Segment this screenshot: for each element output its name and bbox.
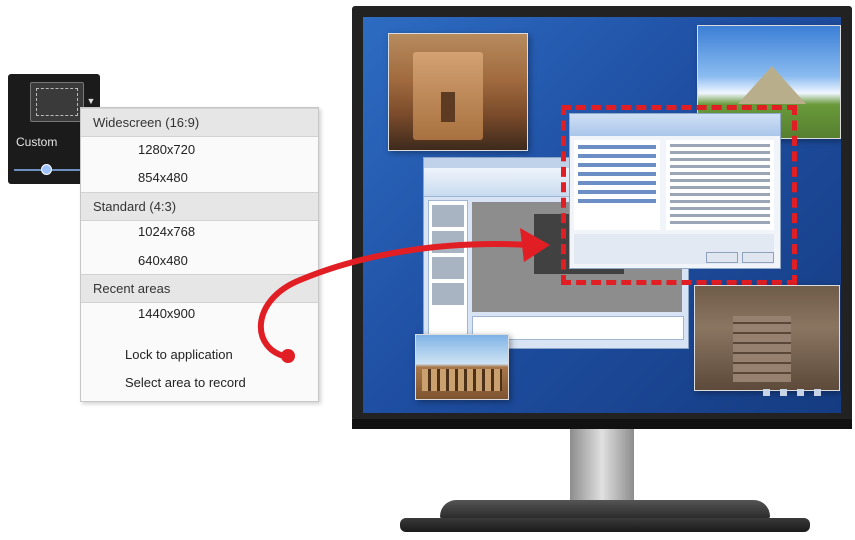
dropdown-arrow-icon[interactable]: ▼ (84, 94, 98, 108)
monitor-stand-neck (570, 429, 634, 505)
lock-to-application-item[interactable]: Lock to application (81, 341, 318, 368)
custom-label: Custom (16, 135, 58, 149)
menu-item-1440x900[interactable]: 1440x900 (81, 300, 318, 327)
menu-item-640x480[interactable]: 640x480 (81, 247, 318, 274)
desktop-screen (363, 17, 841, 413)
taskbar-icons (763, 389, 841, 401)
recording-area-menu: Widescreen (16:9) 1280x720 854x480 Stand… (80, 107, 319, 402)
monitor-bezel (352, 419, 852, 429)
menu-item-1024x768[interactable]: 1024x768 (81, 218, 318, 245)
select-area-to-record-item[interactable]: Select area to record (81, 369, 318, 396)
ppt-slide-panel (428, 200, 468, 342)
menu-item-854x480[interactable]: 854x480 (81, 164, 318, 191)
petra-photo (388, 33, 528, 151)
monitor-stand-base (400, 500, 810, 536)
recording-selection-box (561, 105, 797, 285)
area-thumbnail-button[interactable] (30, 82, 84, 122)
menu-item-1280x720[interactable]: 1280x720 (81, 136, 318, 163)
colosseum-photo (415, 334, 509, 400)
toolbar-slider-knob[interactable] (41, 164, 52, 175)
menu-header-widescreen: Widescreen (16:9) (81, 108, 318, 137)
inca-ruins-photo (694, 285, 840, 391)
menu-header-standard: Standard (4:3) (81, 192, 318, 221)
dashed-area-icon (36, 88, 78, 116)
menu-header-recent: Recent areas (81, 274, 318, 303)
monitor (352, 6, 852, 421)
